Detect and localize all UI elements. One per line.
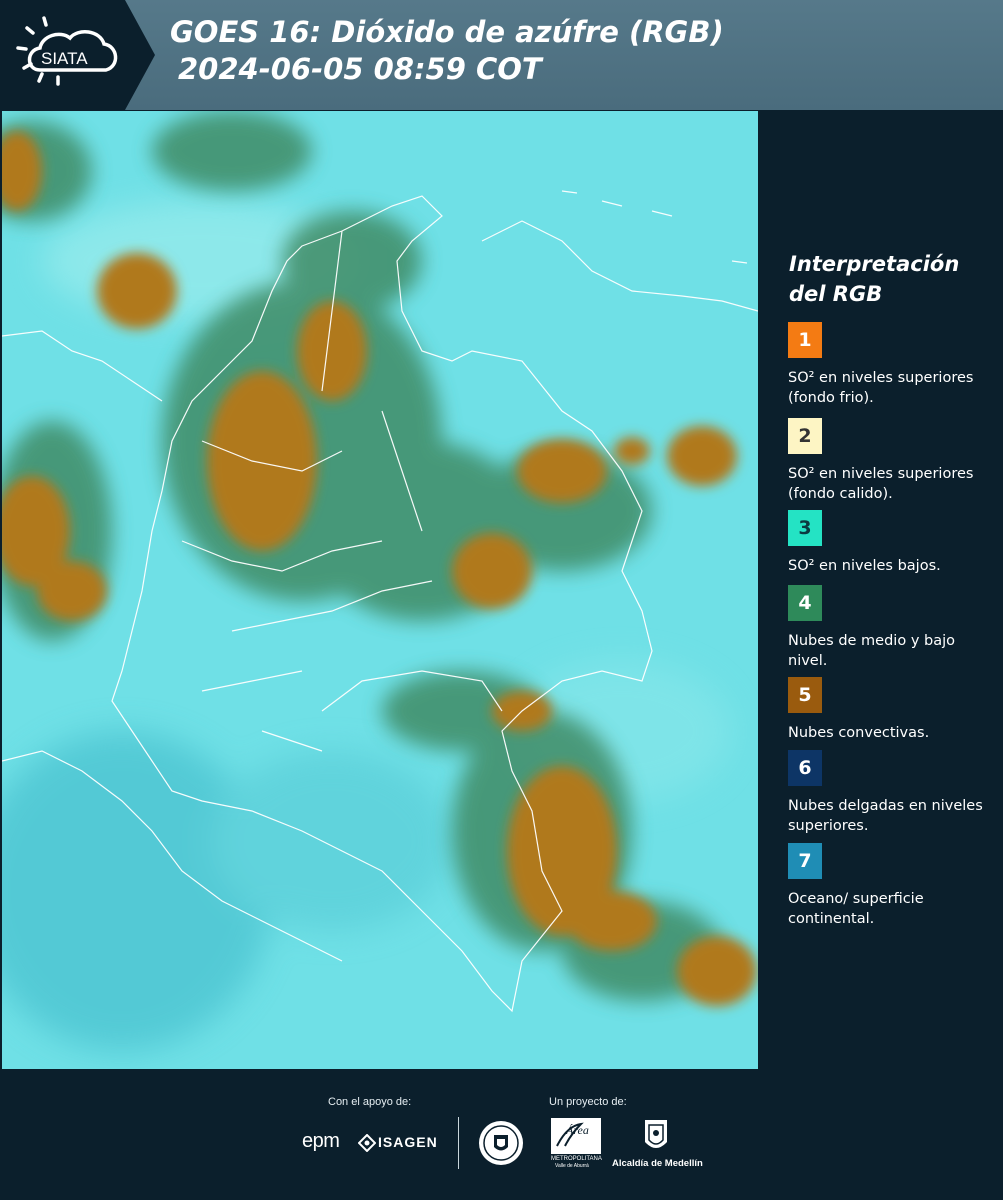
project-label: Un proyecto de: [549,1096,627,1108]
cloud-convective-1 [207,371,317,551]
legend-swatch-2: 2 [788,418,822,454]
epm-logo: epm [302,1130,340,1152]
legend-title-line-1: Interpretación [789,252,960,276]
alcaldia-shield-icon [645,1120,667,1148]
alcaldia-logo-text: Alcaldía de Medellín [612,1158,703,1169]
cloud-convective-2 [297,301,367,401]
cloud-convective-3 [97,253,177,329]
legend-label-3: SO² en niveles bajos. [788,558,941,574]
area-logo-sub2: Valle de Aburrá [555,1163,589,1169]
legend-item-5: 5 Nubes convectivas. [788,677,998,743]
medellin-seal-icon [479,1121,523,1165]
legend-item-2: 2 SO² en niveles superiores (fondo calid… [788,418,998,504]
legend-item-3: 3 SO² en niveles bajos. [788,510,998,576]
satellite-image [2,111,758,1069]
cloud-convective-14 [614,437,650,465]
area-logo-sub1: METROPOLITANA [551,1156,602,1162]
legend-label-5: Nubes convectivas. [788,725,930,741]
legend-label-4: Nubes de medio y bajo nivel. [788,633,955,669]
isagen-logo-icon [358,1134,376,1152]
title-line-2: 2024-06-05 08:59 COT [178,52,542,86]
area-logo-text: Área [566,1123,589,1137]
legend-swatch-1: 1 [788,322,822,358]
cloud-convective-8 [667,426,737,486]
cloud-convective-7 [517,439,607,503]
legend-label-6: Nubes delgadas en niveles superiores. [788,798,983,834]
legend-swatch-4: 4 [788,585,822,621]
cloud-convective-6 [452,533,532,609]
legend-item-4: 4 Nubes de medio y bajo nivel. [788,585,998,671]
legend-swatch-3: 3 [788,510,822,546]
legend-swatch-6: 6 [788,750,822,786]
legend-swatch-7: 7 [788,843,822,879]
legend-title-line-2: del RGB [789,282,883,306]
logo-label: SIATA [41,49,88,68]
support-label: Con el apoyo de: [328,1096,412,1108]
cloud-convective-5 [37,561,107,621]
title-line-1: GOES 16: Dióxido de azúfre (RGB) [170,15,724,49]
isagen-logo: ISAGEN [378,1134,438,1150]
page-title: GOES 16: Dióxido de azúfre (RGB) 2024-06… [170,14,724,88]
rgb-legend-panel: Interpretación del RGB 1 SO² en niveles … [760,111,1003,1069]
siata-logo: SIATA [0,0,155,110]
legend-title: Interpretación del RGB [789,249,959,309]
legend-label-7: Oceano/ superficie continental. [788,891,924,927]
cloud-convective-11 [677,936,757,1006]
header-bar: SIATA GOES 16: Dióxido de azúfre (RGB) 2… [0,0,1003,110]
cloud-convective-10 [567,891,657,951]
legend-swatch-5: 5 [788,677,822,713]
legend-item-1: 1 SO² en niveles superiores (fondo frio)… [788,322,998,408]
legend-label-1: SO² en niveles superiores (fondo frio). [788,370,974,406]
legend-label-2: SO² en niveles superiores (fondo calido)… [788,466,974,502]
legend-item-7: 7 Oceano/ superficie continental. [788,843,998,929]
footer-divider [458,1117,459,1169]
legend-item-6: 6 Nubes delgadas en niveles superiores. [788,750,998,836]
